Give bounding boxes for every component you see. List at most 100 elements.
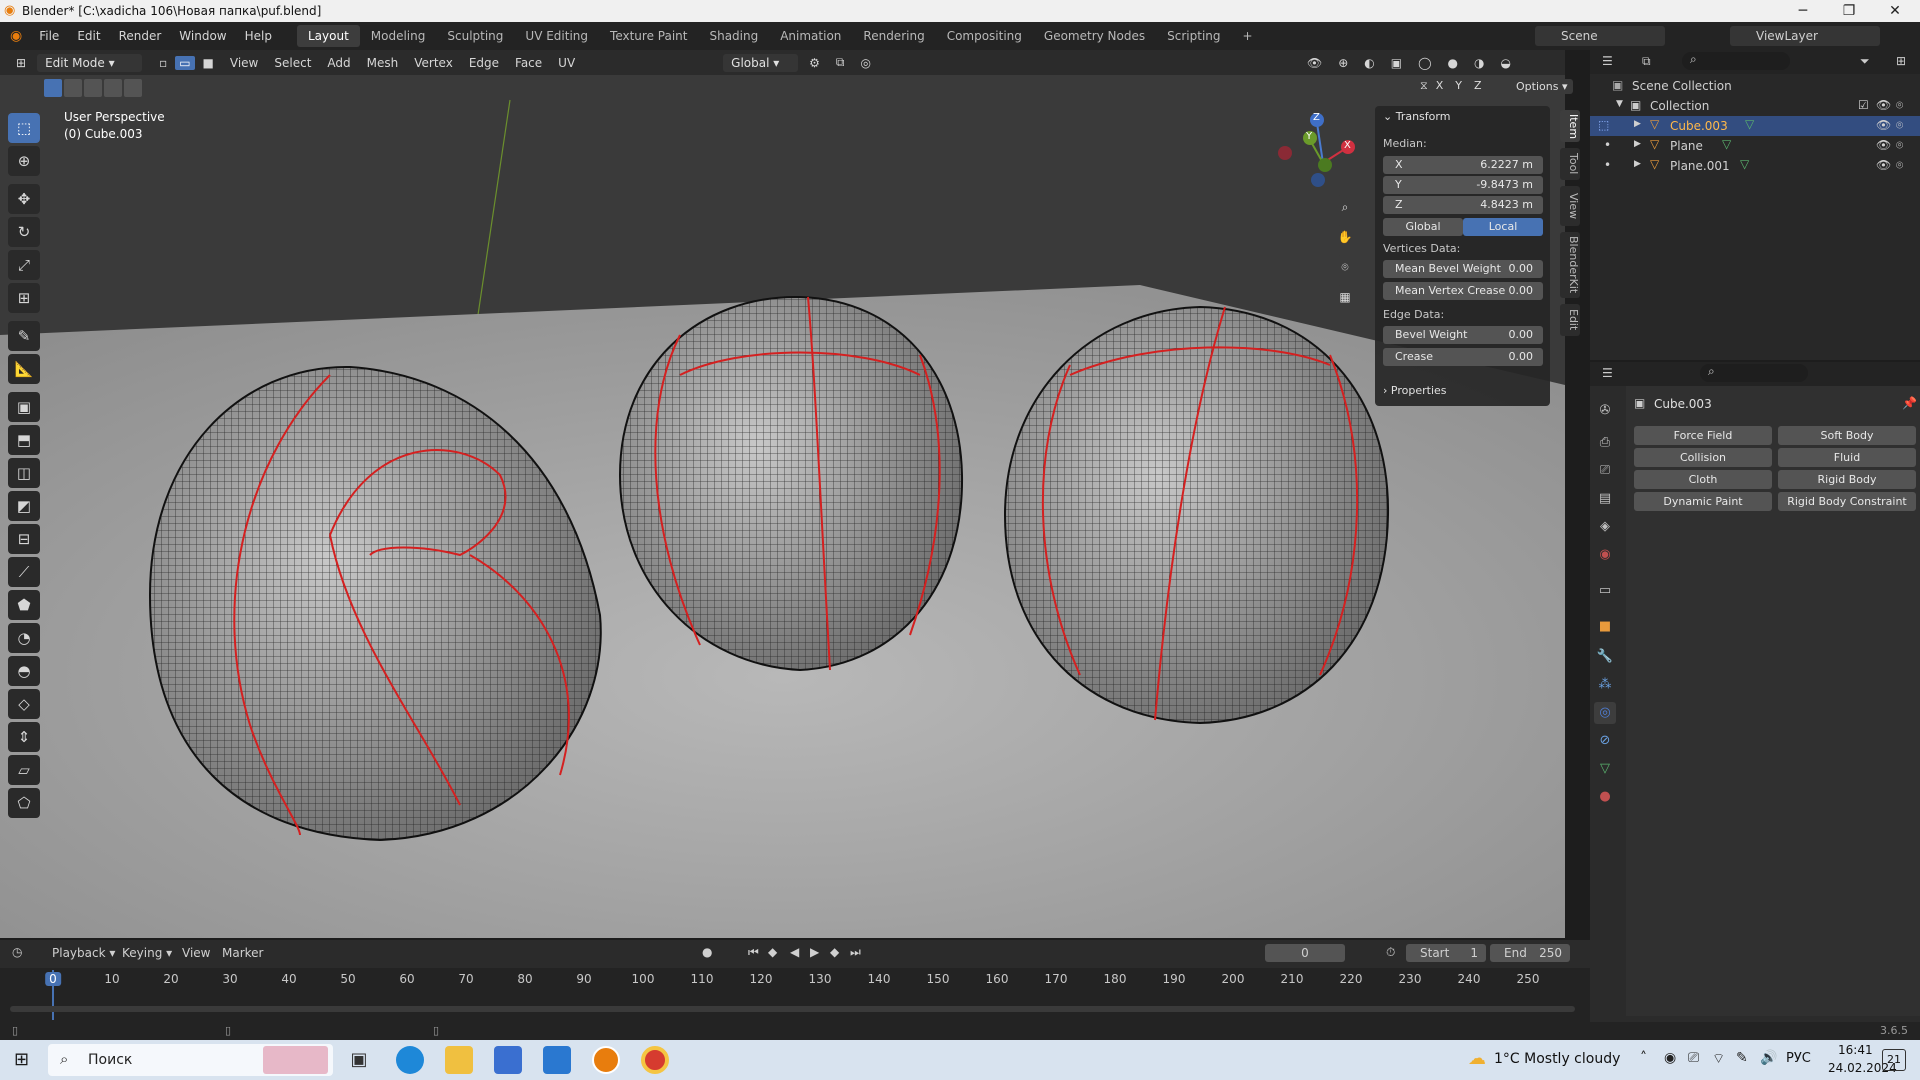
display-mode-icon[interactable]: ⧉ xyxy=(1642,54,1651,69)
select-box-icon[interactable]: ⬚ xyxy=(8,113,40,143)
overlay-toggle-icon[interactable]: ◐ xyxy=(1356,56,1382,70)
rigid-body-button[interactable]: Rigid Body xyxy=(1778,470,1916,489)
options-dropdown[interactable]: Options ▾ xyxy=(1510,79,1574,94)
tab-shading[interactable]: Shading xyxy=(698,25,769,47)
shrink-fatten-icon[interactable]: ⇕ xyxy=(8,722,40,752)
material-tab-icon[interactable]: ● xyxy=(1594,786,1616,808)
volume-icon[interactable]: 🔊 xyxy=(1760,1050,1777,1066)
collision-button[interactable]: Collision xyxy=(1634,448,1772,467)
gizmo-toggle-icon[interactable]: ⊕ xyxy=(1330,56,1356,70)
properties-header[interactable]: › Properties xyxy=(1383,384,1447,397)
weather-text[interactable]: 1°C Mostly cloudy xyxy=(1494,1051,1620,1067)
stopwatch-icon[interactable]: ⏱ xyxy=(1386,945,1395,960)
global-toggle[interactable]: Global xyxy=(1383,218,1463,236)
expand-icon[interactable]: ▶ xyxy=(1634,119,1641,129)
prev-key-icon[interactable]: ◆ xyxy=(768,945,777,959)
outliner-item-plane[interactable]: • ▶ ▽ Plane ▽ 👁 ⌾ xyxy=(1590,136,1920,156)
cube-eye-icon[interactable]: 👁 xyxy=(1876,118,1891,132)
play-reverse-icon[interactable]: ◀ xyxy=(790,945,799,959)
header-view[interactable]: View xyxy=(222,56,266,70)
fluid-button[interactable]: Fluid xyxy=(1778,448,1916,467)
plane-camera-icon[interactable]: ⌾ xyxy=(1896,138,1903,153)
expand-icon[interactable]: ▶ xyxy=(1634,159,1641,169)
header-add[interactable]: Add xyxy=(319,56,358,70)
modifier-tab-icon[interactable]: 🔧 xyxy=(1594,646,1616,668)
file-explorer-icon[interactable] xyxy=(445,1046,473,1074)
timeline-view-menu[interactable]: View xyxy=(182,946,210,960)
shear-icon[interactable]: ▱ xyxy=(8,755,40,785)
tab-sculpting[interactable]: Sculpting xyxy=(436,25,514,47)
viewlayer-selector[interactable]: ViewLayer xyxy=(1730,26,1880,46)
tab-layout[interactable]: Layout xyxy=(296,25,360,47)
header-edge[interactable]: Edge xyxy=(461,56,507,70)
next-key-icon[interactable]: ◆ xyxy=(830,945,839,959)
record-icon[interactable]: ● xyxy=(702,945,712,959)
shading-rendered-icon[interactable]: ◒ xyxy=(1493,56,1519,70)
scale-icon[interactable]: ⤢ xyxy=(8,250,40,280)
sidebar-tab-edit[interactable]: Edit xyxy=(1560,304,1580,336)
render-tab-icon[interactable]: ⎙ xyxy=(1594,432,1616,454)
particles-tab-icon[interactable]: ⁂ xyxy=(1594,674,1616,696)
chrome-icon[interactable] xyxy=(641,1046,669,1074)
view-layer-tab-icon[interactable]: ▤ xyxy=(1594,488,1616,510)
poly-build-icon[interactable]: ⬟ xyxy=(8,590,40,620)
end-frame-field[interactable]: End 250 xyxy=(1490,944,1570,962)
jump-start-icon[interactable]: ⏮ xyxy=(748,945,759,960)
camera-icon[interactable]: ⌾ xyxy=(1332,254,1358,280)
extrude-icon[interactable]: ⬒ xyxy=(8,425,40,455)
annotate-icon[interactable]: ✎ xyxy=(8,321,40,351)
tab-compositing[interactable]: Compositing xyxy=(936,25,1033,47)
tab-texture-paint[interactable]: Texture Paint xyxy=(599,25,698,47)
header-mesh[interactable]: Mesh xyxy=(359,56,407,70)
pen-icon[interactable]: ✎ xyxy=(1736,1050,1748,1066)
menu-window[interactable]: Window xyxy=(170,29,235,43)
sidebar-tab-blenderkit[interactable]: BlenderKit xyxy=(1560,232,1580,298)
store-icon[interactable] xyxy=(494,1046,522,1074)
keying-menu[interactable]: Keying ▾ xyxy=(122,946,172,960)
sidebar-tab-tool[interactable]: Tool xyxy=(1560,148,1580,180)
menu-file[interactable]: File xyxy=(30,29,68,43)
tray-icon-1[interactable]: ◉ xyxy=(1664,1050,1676,1066)
loop-cut-icon[interactable]: ⊟ xyxy=(8,524,40,554)
mirror-icon[interactable]: ⧖ xyxy=(1420,79,1428,93)
select-intersect-icon[interactable] xyxy=(124,79,142,97)
new-collection-icon[interactable]: ⊞ xyxy=(1896,54,1906,68)
jump-end-icon[interactable]: ⏭ xyxy=(850,945,861,960)
scene-selector[interactable]: Scene xyxy=(1535,26,1665,46)
plane001-eye-icon[interactable]: 👁 xyxy=(1876,158,1891,172)
header-select[interactable]: Select xyxy=(266,56,319,70)
marker-menu[interactable]: Marker xyxy=(222,946,263,960)
select-subtract-icon[interactable] xyxy=(84,79,102,97)
zoom-icon[interactable]: ⌕ xyxy=(1332,194,1358,220)
play-icon[interactable]: ▶ xyxy=(810,945,819,959)
edit-mode-icon[interactable]: ⬚ xyxy=(1598,118,1609,132)
outliner-editor-icon[interactable]: ☰ xyxy=(1602,54,1613,68)
wifi-icon[interactable]: ⌔ xyxy=(1712,1050,1725,1068)
minimize-button[interactable]: ─ xyxy=(1780,0,1826,22)
language-indicator[interactable]: РУС xyxy=(1786,1051,1811,1066)
maximize-button[interactable]: ❐ xyxy=(1826,0,1872,22)
bevel-weight-field[interactable]: Bevel Weight 0.00 xyxy=(1383,326,1543,344)
proportional-edit-icon[interactable]: ◎ xyxy=(853,56,879,70)
physics-tab-icon[interactable]: ◎ xyxy=(1594,702,1616,724)
data-tab-icon[interactable]: ▽ xyxy=(1594,758,1616,780)
orientation-selector[interactable]: Global ▾ xyxy=(723,53,799,72)
blender-menu-icon[interactable]: ◉ xyxy=(10,28,22,44)
timeline-editor-icon[interactable]: ◷ xyxy=(12,945,22,959)
header-face[interactable]: Face xyxy=(507,56,550,70)
sidebar-tab-view[interactable]: View xyxy=(1560,186,1580,226)
add-workspace-button[interactable]: + xyxy=(1232,25,1264,47)
taskbar-search-input[interactable]: ⌕ Поиск xyxy=(48,1044,333,1076)
object-tab-icon[interactable]: ■ xyxy=(1594,616,1616,638)
snap-icon[interactable]: ⧉ xyxy=(828,55,853,70)
windows-start-icon[interactable]: ⊞ xyxy=(14,1049,29,1070)
task-view-icon[interactable]: ▣ xyxy=(345,1046,373,1074)
tab-animation[interactable]: Animation xyxy=(769,25,852,47)
soft-body-button[interactable]: Soft Body xyxy=(1778,426,1916,445)
shading-solid-icon[interactable]: ● xyxy=(1440,56,1466,70)
cloth-button[interactable]: Cloth xyxy=(1634,470,1772,489)
tray-chevron-icon[interactable]: ˄ xyxy=(1640,1050,1647,1066)
sidebar-tab-item[interactable]: Item xyxy=(1560,110,1580,142)
mean-vertex-crease-field[interactable]: Mean Vertex Crease 0.00 xyxy=(1383,282,1543,300)
header-vertex[interactable]: Vertex xyxy=(406,56,461,70)
